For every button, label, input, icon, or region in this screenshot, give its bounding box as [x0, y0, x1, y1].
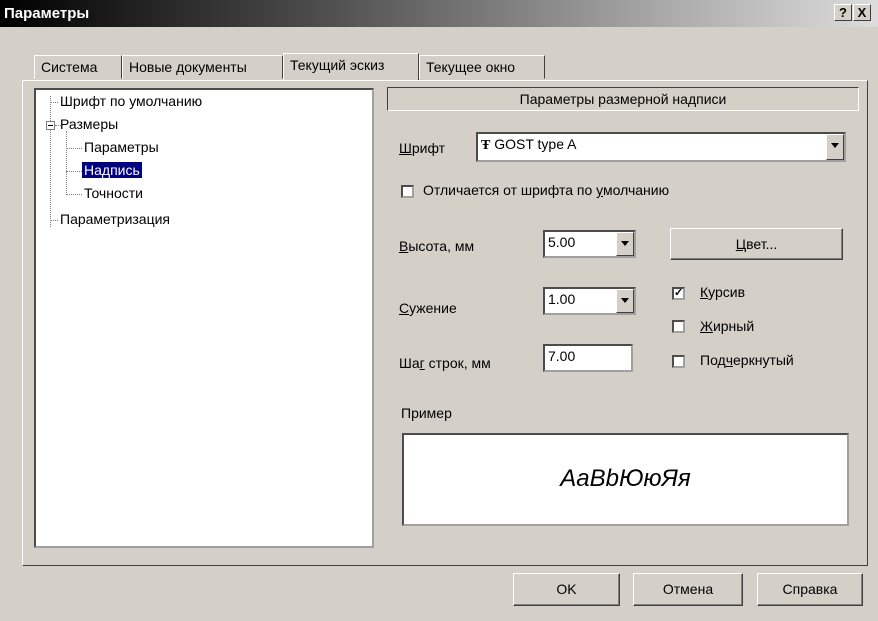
tab-current-window[interactable]: Текущее окно [419, 55, 545, 79]
cancel-button[interactable]: Отмена [633, 573, 743, 606]
tab-panel [22, 80, 868, 566]
tab-system[interactable]: Система [34, 55, 122, 79]
help-button[interactable]: Справка [757, 573, 863, 606]
dialog-window: Параметры ? X Система Новые документы Те… [0, 0, 878, 621]
window-title: Параметры [4, 5, 90, 22]
ok-button[interactable]: OK [513, 573, 620, 606]
tab-new-documents[interactable]: Новые документы [122, 55, 283, 79]
close-title-button[interactable]: X [853, 4, 871, 21]
tab-current-sketch[interactable]: Текущий эскиз [283, 53, 419, 80]
help-title-button[interactable]: ? [834, 4, 852, 21]
title-bar: Параметры ? X [0, 0, 878, 27]
